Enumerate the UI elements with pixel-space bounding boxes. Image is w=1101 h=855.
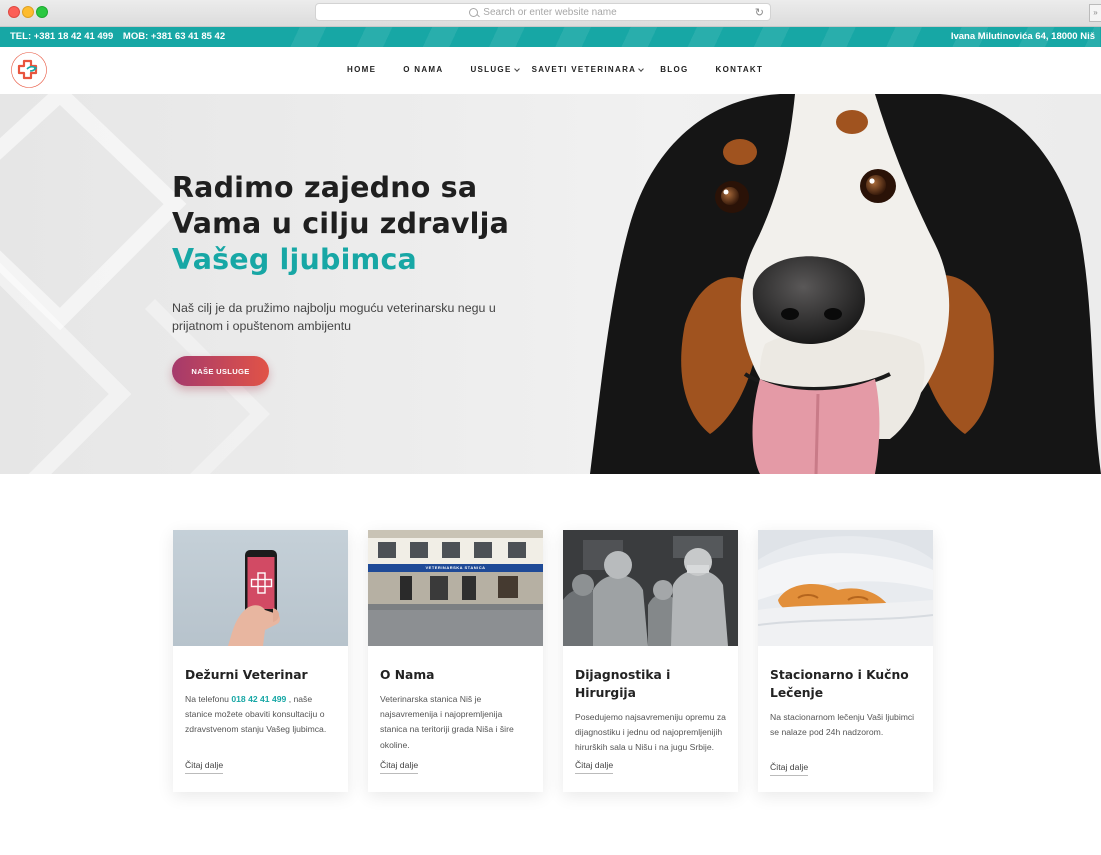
browser-toolbar: Search or enter website name ↻ » (0, 0, 1101, 27)
hero-background-pattern (0, 94, 270, 474)
nav-item-saveti-veterinara[interactable]: SAVETI VETERINARA (531, 65, 645, 74)
building-sign: VETERINARSKA STANICA (425, 565, 486, 570)
read-more-link[interactable]: Čitaj dalje (380, 760, 419, 774)
phone-number-link[interactable]: 018 42 41 499 (231, 694, 286, 704)
read-more-link[interactable]: Čitaj dalje (185, 760, 224, 774)
logo-emblem-icon (11, 52, 47, 88)
card-image-phone (173, 530, 348, 646)
card-title: Dijagnostika i Hirurgija (575, 668, 671, 700)
nav-item-home[interactable]: HOME (347, 65, 376, 74)
nav-item-saveti-label: SAVETI VETERINARA (531, 65, 637, 74)
main-navigation: HOME O NAMA USLUGE SAVETI VETERINARA BLO… (347, 65, 763, 74)
card-text: Na telefonu 018 42 41 499 , naše stanice… (185, 692, 336, 738)
nase-usluge-button[interactable]: NAŠE USLUGE (172, 356, 269, 386)
hero-title-line2: Vama u cilju zdravlja (172, 207, 510, 240)
top-info-bar: TEL: +381 18 42 41 499 MOB: +381 63 41 8… (0, 27, 1101, 47)
nav-item-kontakt[interactable]: KONTAKT (716, 65, 764, 74)
close-window-button[interactable] (8, 6, 20, 18)
hero-title-highlight: Vašeg ljubimca (172, 243, 417, 276)
extension-overflow-button[interactable]: » (1089, 4, 1101, 22)
hero-title: Radimo zajedno sa Vama u cilju zdravlja … (172, 170, 532, 278)
card-text: Posedujemo najsavremeniju opremu za dija… (575, 712, 726, 753)
nav-item-o-nama[interactable]: O NAMA (403, 65, 443, 74)
address-text: Ivana Milutinovića 64, 18000 Niš (950, 31, 1095, 42)
read-more-link[interactable]: Čitaj dalje (575, 760, 614, 774)
chevron-down-icon (638, 65, 645, 72)
card-image-building: VETERINARSKA STANICA (368, 530, 543, 646)
card-o-nama: VETERINARSKA STANICA O Nama Veterinarska… (368, 530, 543, 792)
card-dezurni-veterinar: Dežurni Veterinar Na telefonu 018 42 41 … (173, 530, 348, 792)
nav-item-usluge[interactable]: USLUGE (470, 65, 520, 74)
sleeping-cat-icon (758, 530, 933, 646)
reload-icon[interactable]: ↻ (755, 6, 764, 19)
telephone-link[interactable]: TEL: +381 18 42 41 499 (10, 31, 113, 42)
mobile-link[interactable]: MOB: +381 63 41 85 42 (123, 31, 225, 42)
address-bar[interactable]: Search or enter website name ↻ (315, 3, 771, 21)
card-text-part1: Na telefonu (185, 694, 232, 704)
minimize-window-button[interactable] (22, 6, 34, 18)
read-more-link[interactable]: Čitaj dalje (770, 762, 809, 776)
card-title: Dežurni Veterinar (185, 668, 308, 682)
surgery-team-icon (563, 530, 738, 646)
services-cards: Dežurni Veterinar Na telefonu 018 42 41 … (173, 530, 933, 792)
card-stacionarno-i-kucno-lecenje: Stacionarno i Kučno Lečenje Na stacionar… (758, 530, 933, 792)
card-image-surgery (563, 530, 738, 646)
hero-title-line1: Radimo zajedno sa (172, 171, 478, 204)
hero-dog-image (590, 94, 1101, 474)
chevron-down-icon (513, 65, 520, 72)
hero-section: Radimo zajedno sa Vama u cilju zdravlja … (0, 94, 1101, 474)
card-dijagnostika-i-hirurgija: Dijagnostika i Hirurgija Posedujemo najs… (563, 530, 738, 792)
card-image-cat-blanket (758, 530, 933, 646)
search-icon (469, 7, 479, 17)
site-logo[interactable] (10, 51, 48, 89)
card-title: O Nama (380, 668, 435, 682)
main-header: HOME O NAMA USLUGE SAVETI VETERINARA BLO… (0, 47, 1101, 94)
card-text: Veterinarska stanica Niš je najsavremeni… (380, 694, 514, 750)
card-text: Na stacionarnom lečenju Vaši ljubimci se… (770, 712, 915, 738)
address-bar-placeholder: Search or enter website name (483, 6, 617, 18)
nav-item-usluge-label: USLUGE (470, 65, 512, 74)
zoom-window-button[interactable] (36, 6, 48, 18)
card-title: Stacionarno i Kučno Lečenje (770, 668, 909, 700)
hero-subtitle: Naš cilj je da pružimo najbolju moguću v… (172, 301, 496, 333)
phone-in-hand-icon (228, 550, 280, 646)
building-icon (368, 530, 543, 646)
nav-item-blog[interactable]: BLOG (660, 65, 688, 74)
